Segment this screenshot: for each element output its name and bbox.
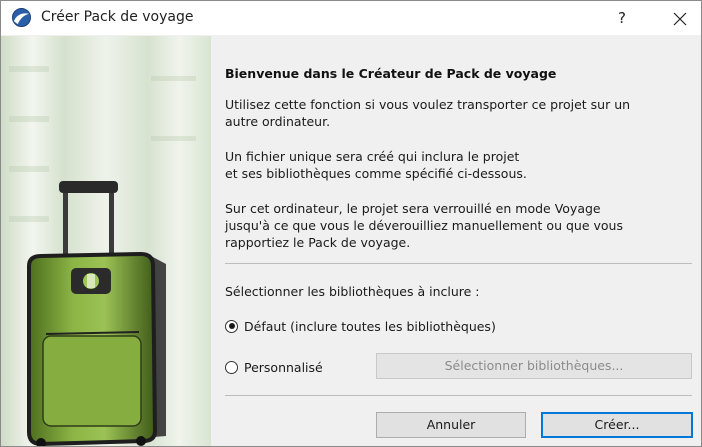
radio-button-checked[interactable] — [225, 319, 238, 333]
close-icon — [673, 12, 687, 25]
description-line: Sur cet ordinateur, le projet sera verro… — [225, 201, 601, 216]
separator — [225, 395, 692, 396]
close-button[interactable] — [665, 5, 695, 31]
select-libraries-button[interactable]: Sélectionner bibliothèques... — [376, 353, 692, 379]
dialog-heading: Bienvenue dans le Créateur de Pack de vo… — [225, 66, 557, 81]
description-line: autre ordinateur. — [225, 114, 331, 129]
archicad-icon — [12, 8, 31, 27]
separator — [225, 263, 692, 264]
cancel-button[interactable]: Annuler — [376, 412, 526, 438]
radio-button-unchecked[interactable] — [225, 360, 238, 374]
help-button[interactable]: ? — [607, 5, 637, 31]
description-line: rapportiez le Pack de voyage. — [225, 235, 411, 250]
title-bar[interactable]: Créer Pack de voyage ? — [1, 1, 701, 35]
radio-custom-label: Personnalisé — [244, 359, 323, 375]
description-line: et ses bibliothèques comme spécifié ci-d… — [225, 166, 527, 181]
create-button[interactable]: Créer... — [541, 412, 693, 438]
radio-default[interactable]: Défaut (inclure toutes les bibliothèques… — [225, 316, 496, 336]
dialog-window: Créer Pack de voyage ? Bienvenue dans le… — [0, 0, 702, 447]
description-line: jusqu'à ce que vous le déverouilliez man… — [225, 218, 623, 233]
radio-default-label: Défaut (inclure toutes les bibliothèques… — [244, 318, 496, 334]
window-title: Créer Pack de voyage — [41, 9, 194, 25]
radio-custom[interactable]: Personnalisé — [225, 357, 323, 377]
description-line: Un fichier unique sera créé qui inclura … — [225, 149, 520, 164]
library-selection-label: Sélectionner les bibliothèques à inclure… — [225, 284, 480, 299]
suitcase-illustration — [1, 36, 211, 446]
description-line: Utilisez cette fonction si vous voulez t… — [225, 97, 631, 112]
green-suitcase-illustration — [1, 36, 211, 446]
